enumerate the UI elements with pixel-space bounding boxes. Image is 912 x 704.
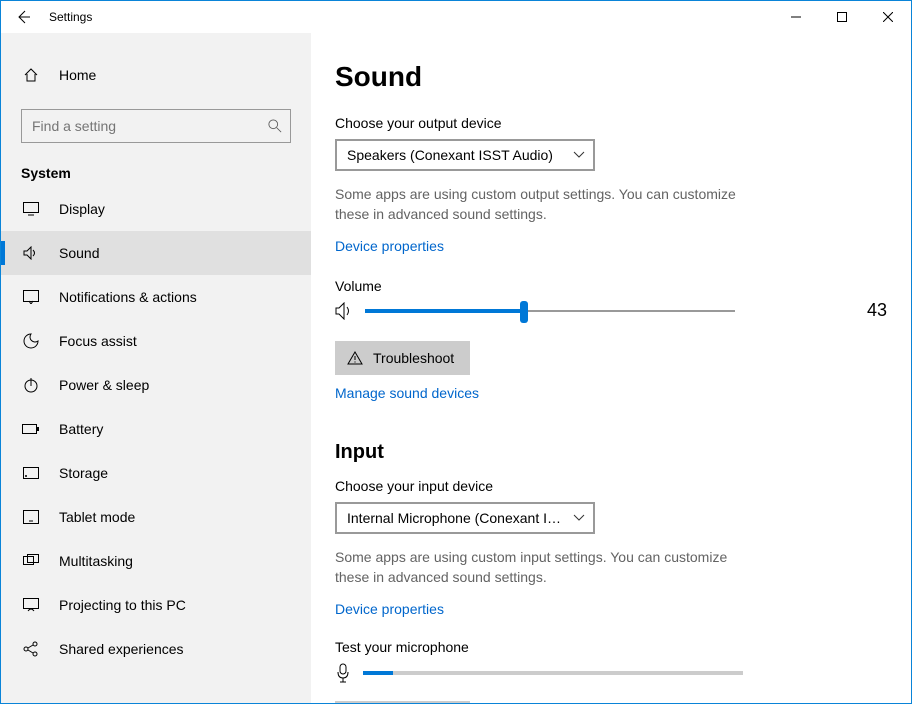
warning-icon — [347, 351, 363, 365]
close-icon — [883, 12, 893, 22]
chevron-down-icon — [573, 514, 585, 522]
main-content: Sound Choose your output device Speakers… — [311, 33, 911, 703]
window-controls — [773, 1, 911, 33]
output-troubleshoot-button[interactable]: Troubleshoot — [335, 341, 470, 375]
sidebar-item-projecting[interactable]: Projecting to this PC — [1, 583, 311, 627]
close-button[interactable] — [865, 1, 911, 33]
storage-icon — [21, 467, 41, 479]
speaker-icon — [335, 302, 355, 320]
sidebar-item-power-sleep[interactable]: Power & sleep — [1, 363, 311, 407]
sidebar-item-focus-assist[interactable]: Focus assist — [1, 319, 311, 363]
sidebar-item-tablet-mode[interactable]: Tablet mode — [1, 495, 311, 539]
sidebar-item-label: Tablet mode — [59, 509, 135, 525]
projecting-icon — [21, 598, 41, 612]
sidebar-item-label: Battery — [59, 421, 103, 437]
sidebar-item-label: Display — [59, 201, 105, 217]
back-arrow-icon — [15, 9, 31, 25]
focus-assist-icon — [21, 333, 41, 349]
maximize-button[interactable] — [819, 1, 865, 33]
page-title: Sound — [335, 61, 887, 93]
battery-icon — [21, 423, 41, 435]
mic-level-meter — [363, 671, 743, 675]
sidebar-item-label: Power & sleep — [59, 377, 149, 393]
home-icon — [21, 67, 41, 83]
notifications-icon — [21, 290, 41, 304]
shared-icon — [21, 641, 41, 657]
sidebar-item-sound[interactable]: Sound — [1, 231, 311, 275]
display-icon — [21, 202, 41, 216]
input-device-selected: Internal Microphone (Conexant ISST… — [347, 510, 567, 526]
sidebar-item-notifications[interactable]: Notifications & actions — [1, 275, 311, 319]
sidebar-item-battery[interactable]: Battery — [1, 407, 311, 451]
settings-window: Settings Home — [0, 0, 912, 704]
volume-slider[interactable] — [365, 310, 735, 312]
sidebar-item-label: Multitasking — [59, 553, 133, 569]
sidebar-item-label: Notifications & actions — [59, 289, 197, 305]
troubleshoot-label: Troubleshoot — [373, 350, 454, 366]
titlebar: Settings — [1, 1, 911, 33]
sidebar-item-label: Focus assist — [59, 333, 137, 349]
back-button[interactable] — [1, 1, 45, 33]
output-device-properties-link[interactable]: Device properties — [335, 238, 444, 254]
sound-icon — [21, 246, 41, 260]
input-device-dropdown[interactable]: Internal Microphone (Conexant ISST… — [335, 502, 595, 534]
volume-slider-thumb[interactable] — [520, 301, 528, 323]
volume-value: 43 — [867, 300, 887, 321]
sidebar-category: System — [1, 151, 311, 187]
output-device-selected: Speakers (Conexant ISST Audio) — [347, 147, 553, 163]
minimize-button[interactable] — [773, 1, 819, 33]
input-choose-label: Choose your input device — [335, 478, 887, 494]
sidebar-item-multitasking[interactable]: Multitasking — [1, 539, 311, 583]
volume-slider-fill — [365, 309, 524, 313]
manage-sound-devices-link[interactable]: Manage sound devices — [335, 385, 479, 401]
test-mic-label: Test your microphone — [335, 639, 887, 655]
input-helper-text: Some apps are using custom input setting… — [335, 548, 765, 587]
sidebar-item-label: Storage — [59, 465, 108, 481]
output-choose-label: Choose your output device — [335, 115, 887, 131]
mic-level-fill — [363, 671, 393, 675]
minimize-icon — [791, 12, 801, 22]
multitasking-icon — [21, 554, 41, 568]
sidebar-item-label: Projecting to this PC — [59, 597, 186, 613]
input-device-properties-link[interactable]: Device properties — [335, 601, 444, 617]
sidebar-item-storage[interactable]: Storage — [1, 451, 311, 495]
input-troubleshoot-button[interactable]: Troubleshoot — [335, 701, 470, 703]
sidebar-item-label: Shared experiences — [59, 641, 184, 657]
sidebar-home-label: Home — [59, 67, 96, 83]
power-icon — [21, 377, 41, 393]
chevron-down-icon — [573, 151, 585, 159]
output-helper-text: Some apps are using custom output settin… — [335, 185, 765, 224]
microphone-icon — [335, 663, 351, 683]
tablet-icon — [21, 510, 41, 524]
output-device-dropdown[interactable]: Speakers (Conexant ISST Audio) — [335, 139, 595, 171]
sidebar-item-shared-experiences[interactable]: Shared experiences — [1, 627, 311, 671]
search-input[interactable] — [30, 117, 268, 135]
search-box[interactable] — [21, 109, 291, 143]
volume-label: Volume — [335, 278, 887, 294]
maximize-icon — [837, 12, 847, 22]
sidebar-home[interactable]: Home — [1, 53, 311, 97]
search-icon — [268, 119, 282, 133]
sidebar-item-display[interactable]: Display — [1, 187, 311, 231]
window-title: Settings — [45, 10, 92, 24]
sidebar-item-label: Sound — [59, 245, 99, 261]
sidebar: Home System Display — [1, 33, 311, 703]
input-heading: Input — [335, 441, 887, 464]
